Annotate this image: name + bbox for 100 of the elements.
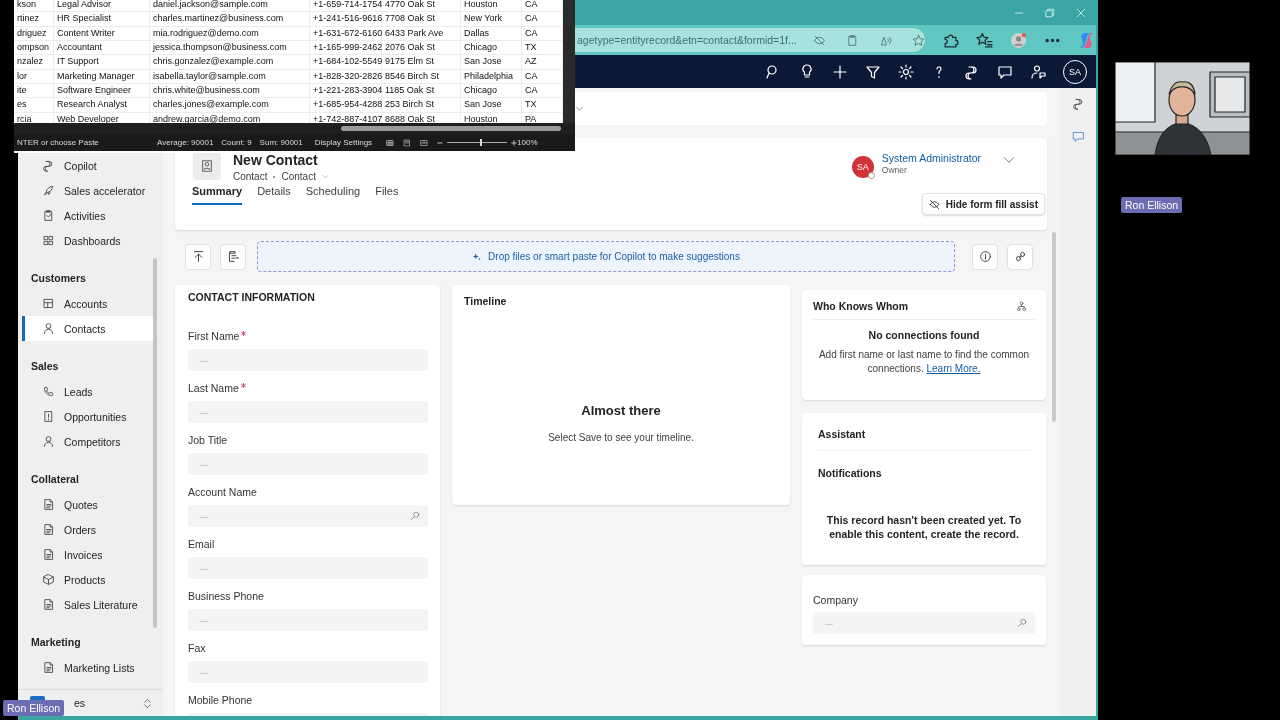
page-break-icon[interactable]	[420, 138, 429, 147]
sidebar-item[interactable]: Quotes	[22, 492, 157, 517]
table-cell: HR Specialist	[54, 12, 150, 26]
settings-icon[interactable]	[898, 63, 914, 80]
sparkle-icon	[472, 251, 483, 262]
star-icon[interactable]	[912, 33, 925, 47]
table-cell: charles.martinez@business.com	[150, 12, 310, 26]
table-cell: +1-241-516-9616	[310, 12, 382, 26]
sidebar-group-title: Marketing	[30, 635, 82, 650]
document-icon	[42, 598, 55, 611]
learn-more-link[interactable]: Learn More.	[926, 363, 981, 374]
sidebar-item[interactable]: Competitors	[22, 429, 157, 454]
scrollbar[interactable]	[1052, 232, 1056, 422]
filter-icon[interactable]	[865, 63, 881, 80]
up-down-chevron-icon[interactable]	[142, 697, 153, 709]
table-cell: ompson	[14, 41, 54, 55]
table-cell: chris.gonzalez@example.com	[150, 55, 310, 69]
clipboard-icon[interactable]	[846, 33, 859, 47]
document-icon	[42, 661, 55, 674]
upload-icon[interactable]	[185, 243, 211, 270]
page-layout-icon[interactable]	[403, 138, 412, 147]
field-label: Company	[813, 594, 858, 606]
sidebar-item[interactable]: Dashboards	[22, 228, 157, 253]
table-cell: lor	[14, 69, 54, 84]
table-cell: Dallas	[461, 26, 522, 41]
status-sum: Sum: 90001	[259, 138, 303, 147]
table-cell: Research Analyst	[54, 98, 150, 112]
chevron-down-icon[interactable]	[575, 104, 584, 113]
record-title: New Contact	[233, 152, 319, 168]
tab[interactable]: Files	[375, 181, 399, 205]
scrollbar[interactable]	[563, 0, 575, 123]
field-label: Account Name	[188, 485, 257, 499]
sidebar-item[interactable]: Copilot	[22, 153, 157, 178]
table-cell: es	[14, 98, 54, 112]
sidebar-item[interactable]: Sales accelerator	[22, 178, 157, 203]
lightbulb-icon[interactable]	[799, 63, 815, 80]
field-label: Mobile Phone	[188, 693, 253, 707]
table-cell: +1-828-320-2826	[310, 69, 382, 84]
favorites-icon[interactable]	[976, 31, 993, 49]
table-cell: rtinez	[14, 12, 54, 26]
network-icon[interactable]	[1016, 300, 1027, 312]
sidebar-item[interactable]: Activities	[22, 203, 157, 228]
sidebar-item[interactable]: Invoices	[22, 542, 157, 567]
person-feedback-icon[interactable]	[1030, 63, 1046, 80]
scrollbar[interactable]	[341, 126, 561, 131]
table-cell: 9175 Elm St	[382, 55, 461, 69]
table-cell: Chicago	[461, 41, 522, 55]
link-icon[interactable]	[1007, 243, 1033, 270]
form-selector[interactable]: Contact	[281, 171, 316, 182]
contact-icon	[193, 152, 221, 180]
zoom-out-icon[interactable]	[437, 139, 444, 146]
hide-form-fill-assist-button[interactable]: Hide form fill assist	[921, 193, 1045, 215]
entity-name: Contact	[233, 171, 268, 182]
profile-icon[interactable]	[1010, 31, 1027, 49]
tab[interactable]: Summary	[192, 181, 243, 205]
sidebar-item[interactable]: Accounts	[22, 291, 157, 316]
table-cell: Accountant	[54, 41, 150, 55]
table-cell: ite	[14, 84, 54, 98]
card-title: Who Knows Whom	[813, 300, 909, 312]
owner-avatar: SA	[851, 156, 874, 178]
smart-paste-icon[interactable]	[220, 243, 246, 270]
eye-slash-icon[interactable]	[813, 33, 826, 47]
table-cell: +1-221-283-3904	[310, 84, 382, 98]
display-settings-button[interactable]: Display Settings	[314, 138, 373, 147]
area-switcher-label[interactable]: es	[74, 697, 86, 709]
sidebar-item[interactable]: Marketing Lists	[22, 655, 157, 680]
chat-icon[interactable]	[997, 63, 1013, 80]
normal-view-icon[interactable]	[386, 138, 395, 147]
status-average: Average: 90001	[157, 138, 214, 147]
close-icon[interactable]	[1075, 6, 1087, 19]
chevron-down-icon[interactable]	[1003, 154, 1015, 166]
owner-name[interactable]: System Administrator	[881, 152, 981, 164]
table-cell: mia.rodriguez@demo.com	[150, 26, 310, 41]
info-icon[interactable]	[972, 243, 998, 270]
copilot-icon[interactable]	[964, 63, 980, 80]
table-cell: driguez	[14, 26, 54, 41]
table-cell: New York	[461, 12, 522, 26]
sidebar-item[interactable]: Leads	[22, 379, 157, 404]
empty-heading: No connections found	[868, 329, 980, 341]
card-title: Assistant	[818, 428, 1030, 451]
status-message: NTER or choose Paste	[17, 138, 100, 147]
table-cell: +1-684-102-5549	[310, 55, 382, 69]
scrollbar[interactable]	[153, 258, 157, 628]
zoom-in-icon[interactable]	[511, 139, 518, 146]
sidebar-item[interactable]: Opportunities	[22, 404, 157, 429]
zoom-level[interactable]: 100%	[517, 138, 538, 147]
field-label: Last Name	[188, 381, 239, 395]
plus-icon[interactable]	[832, 63, 848, 80]
address-bar[interactable]: agetype=entityrecord&etn=contact&formid=1f...	[572, 28, 925, 52]
copilot-icon[interactable]	[1071, 97, 1085, 110]
table-cell: San Jose	[461, 55, 522, 69]
sidebar-item[interactable]: Sales Literature	[22, 592, 157, 617]
tab[interactable]: Scheduling	[305, 181, 361, 205]
drop-zone[interactable]: Drop files or smart paste for Copilot to make suggestions	[257, 241, 955, 272]
empty-message: Add first name or last name to find the common connections. Learn More.	[817, 348, 1031, 376]
table-cell: 6433 Park Ave	[382, 26, 461, 41]
sidebar-item[interactable]: Orders	[22, 517, 157, 542]
tab[interactable]: Details	[257, 181, 291, 205]
table-cell: San Jose	[461, 98, 522, 112]
sidebar-item[interactable]: Products	[22, 567, 157, 592]
